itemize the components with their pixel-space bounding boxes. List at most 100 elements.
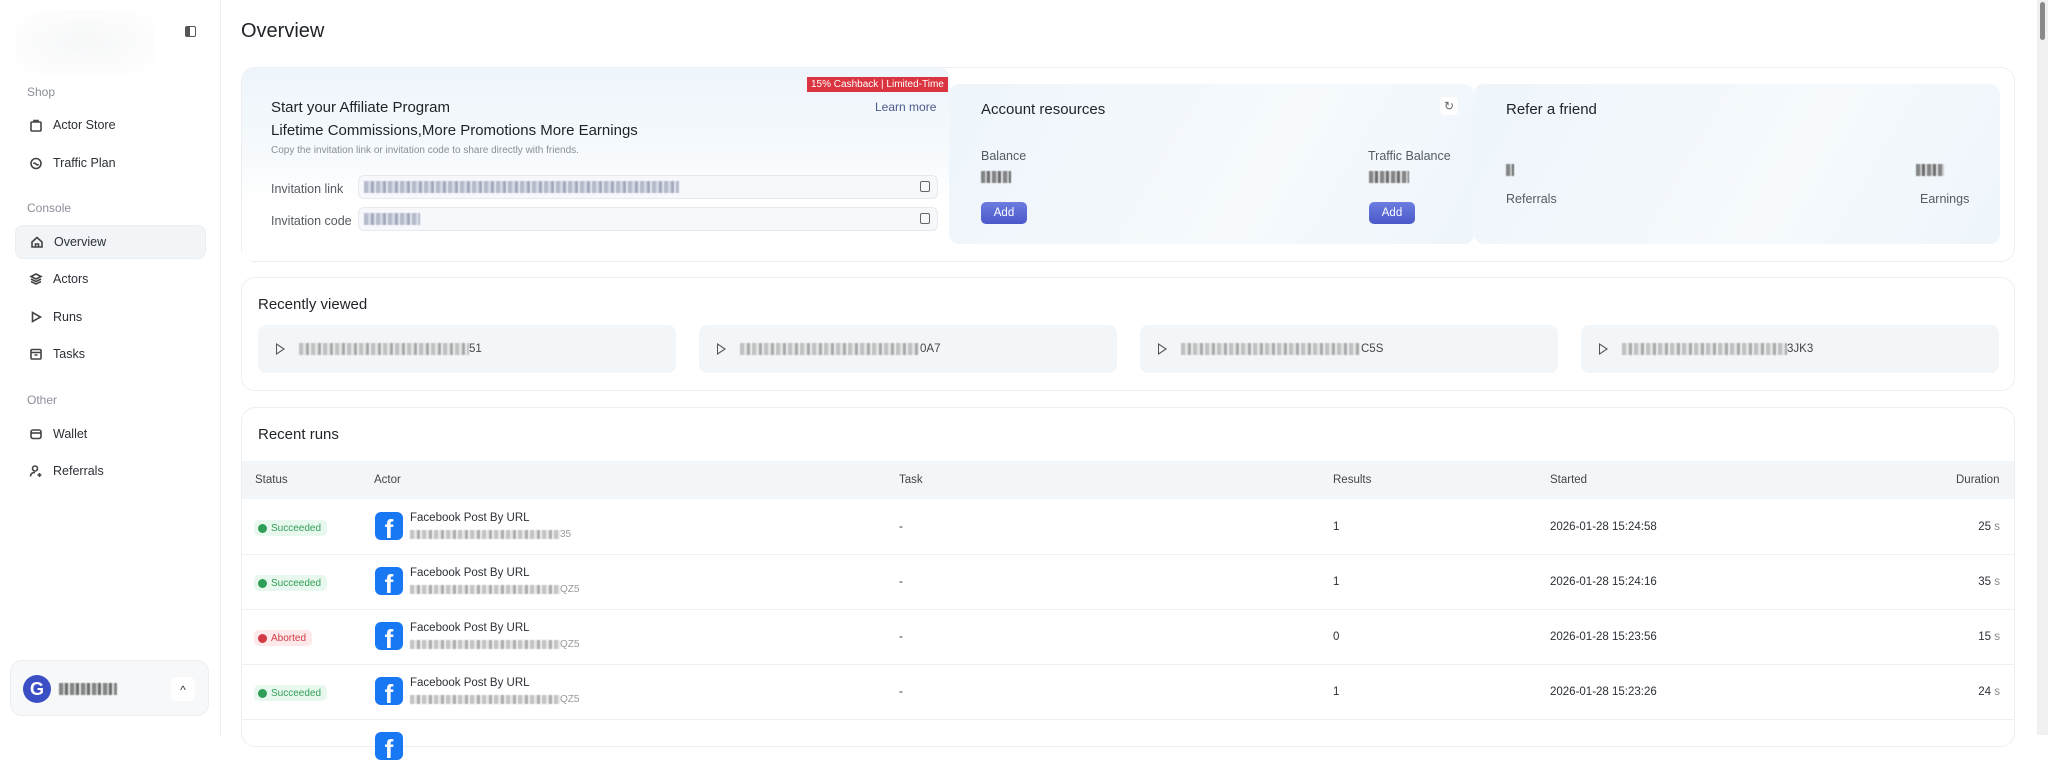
sidebar-item-referrals[interactable]: Referrals xyxy=(15,454,206,488)
recently-viewed-item[interactable]: 3JK3 xyxy=(1581,325,1999,373)
actor-name[interactable]: Facebook Post By URL xyxy=(410,567,530,579)
chevron-up-icon[interactable]: ^ xyxy=(171,677,195,701)
invitation-code-label: Invitation code xyxy=(271,214,352,228)
play-icon xyxy=(31,311,43,323)
actor-id-redacted xyxy=(1181,343,1361,355)
facebook-icon: f xyxy=(375,512,403,540)
actor-id-redacted xyxy=(1622,343,1787,355)
sidebar-item-runs[interactable]: Runs xyxy=(15,300,206,334)
facebook-icon: f xyxy=(375,622,403,650)
actor-name[interactable]: Facebook Post By URL xyxy=(410,677,530,689)
invitation-code-field[interactable] xyxy=(358,207,938,231)
duration-value: 35 xyxy=(1978,576,1992,588)
facebook-icon: f xyxy=(375,677,403,705)
play-icon xyxy=(1158,343,1167,355)
table-row[interactable]: f xyxy=(242,720,2014,775)
status-badge: Aborted xyxy=(254,630,313,646)
run-id-redacted xyxy=(410,639,560,649)
check-circle-icon xyxy=(258,688,267,698)
started-cell: 2026-01-28 15:24:16 xyxy=(1550,576,1657,588)
copy-icon[interactable] xyxy=(920,181,930,192)
results-cell: 1 xyxy=(1333,686,1340,698)
collapse-sidebar-icon[interactable] xyxy=(185,26,196,37)
affiliate-panel xyxy=(242,68,950,261)
scrollbar[interactable] xyxy=(2037,0,2048,735)
copy-icon[interactable] xyxy=(920,213,930,224)
wallet-icon xyxy=(30,429,42,440)
duration-cell: 35 s xyxy=(1978,576,2000,588)
shopping-bag-icon xyxy=(30,119,42,132)
run-id-redacted xyxy=(410,694,560,704)
balance-value-redacted xyxy=(981,171,1011,183)
sidebar-item-actors[interactable]: Actors xyxy=(15,262,206,296)
run-id-redacted xyxy=(410,584,560,594)
actor-name[interactable]: Facebook Post By URL xyxy=(410,622,530,634)
invitation-code-redacted xyxy=(364,213,420,225)
recent-runs-title: Recent runs xyxy=(258,426,339,443)
recently-viewed-item[interactable]: 51 xyxy=(258,325,676,373)
actor-id-suffix: 0A7 xyxy=(920,343,941,355)
user-menu[interactable]: G ^ xyxy=(10,660,209,716)
username-redacted xyxy=(59,683,117,695)
sidebar-item-overview[interactable]: Overview xyxy=(15,225,206,259)
col-status: Status xyxy=(255,474,288,486)
status-badge: Succeeded xyxy=(254,575,328,591)
duration-value: 24 xyxy=(1978,686,1992,698)
started-cell: 2026-01-28 15:24:58 xyxy=(1550,521,1657,533)
scrollbar-thumb[interactable] xyxy=(2040,2,2045,40)
affiliate-title: Start your Affiliate Program xyxy=(271,99,450,116)
invitation-link-field[interactable] xyxy=(358,175,938,199)
account-resources-title: Account resources xyxy=(981,101,1106,118)
sidebar-item-label: Runs xyxy=(53,310,83,324)
actor-id-suffix: C5S xyxy=(1361,343,1384,355)
results-cell: 1 xyxy=(1333,521,1340,533)
recently-viewed-item[interactable]: 0A7 xyxy=(699,325,1117,373)
status-text: Succeeded xyxy=(271,522,322,534)
status-badge: Succeeded xyxy=(254,685,328,701)
section-other: Other xyxy=(27,393,58,407)
started-cell: 2026-01-28 15:23:56 xyxy=(1550,631,1657,643)
sidebar-item-label: Actor Store xyxy=(53,118,116,132)
sidebar-item-wallet[interactable]: Wallet xyxy=(15,417,206,451)
recently-viewed-item[interactable]: C5S xyxy=(1140,325,1558,373)
table-row[interactable]: Succeeded f Facebook Post By URL 35 - 1 … xyxy=(242,500,2014,555)
learn-more-link[interactable]: Learn more xyxy=(875,100,936,114)
col-results: Results xyxy=(1333,474,1372,486)
invitation-link-label: Invitation link xyxy=(271,182,344,196)
facebook-icon: f xyxy=(375,567,403,595)
add-balance-button[interactable]: Add xyxy=(981,202,1027,224)
run-id-suffix: 35 xyxy=(560,529,572,540)
task-cell: - xyxy=(899,686,903,698)
status-text: Succeeded xyxy=(271,577,322,589)
refresh-icon[interactable]: ↻ xyxy=(1440,97,1458,115)
affiliate-caption: Copy the invitation link or invitation c… xyxy=(271,145,579,156)
invitation-link-redacted xyxy=(364,181,679,193)
started-cell: 2026-01-28 15:23:26 xyxy=(1550,686,1657,698)
check-circle-icon xyxy=(258,578,267,588)
table-row[interactable]: Succeeded f Facebook Post By URL QZ5 - 1… xyxy=(242,665,2014,720)
task-cell: - xyxy=(899,576,903,588)
traffic-icon xyxy=(30,157,42,170)
sidebar-item-tasks[interactable]: Tasks xyxy=(15,337,206,371)
sidebar-item-actor-store[interactable]: Actor Store xyxy=(15,108,206,142)
table-row[interactable]: Succeeded f Facebook Post By URL QZ5 - 1… xyxy=(242,555,2014,610)
stop-circle-icon xyxy=(258,633,267,643)
col-task: Task xyxy=(899,474,923,486)
sidebar-item-traffic-plan[interactable]: Traffic Plan xyxy=(15,146,206,180)
logo-area xyxy=(15,10,155,75)
actor-id-redacted xyxy=(299,343,469,355)
duration-cell: 24 s xyxy=(1978,686,2000,698)
duration-unit: s xyxy=(1994,631,2000,643)
actor-name[interactable]: Facebook Post By URL xyxy=(410,512,530,524)
table-row[interactable]: Aborted f Facebook Post By URL QZ5 - 0 2… xyxy=(242,610,2014,665)
task-cell: - xyxy=(899,631,903,643)
results-cell: 1 xyxy=(1333,576,1340,588)
add-traffic-button[interactable]: Add xyxy=(1369,202,1415,224)
run-id-suffix: QZ5 xyxy=(560,639,580,650)
home-icon xyxy=(31,236,43,248)
play-icon xyxy=(1599,343,1608,355)
col-started: Started xyxy=(1550,474,1588,486)
sidebar-item-label: Wallet xyxy=(53,427,88,441)
run-id-redacted xyxy=(410,529,560,539)
col-actor: Actor xyxy=(374,474,401,486)
